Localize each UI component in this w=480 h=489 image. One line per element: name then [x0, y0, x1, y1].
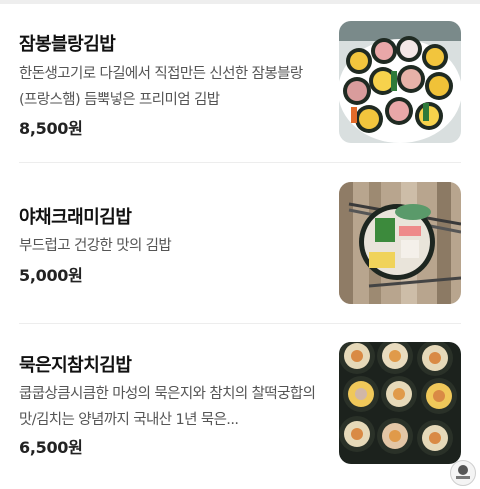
menu-item-name: 묵은지참치김밥	[19, 355, 132, 376]
menu-item-description: 쿱쿱상큼시큼한 마성의 묵은지와 참치의 찰떡궁합의 맛/김치는 양념까지 국내…	[19, 386, 316, 428]
menu-item-kimchi-tuna[interactable]: 묵은지참치김밥 쿱쿱상큼시큼한 마성의 묵은지와 참치의 찰떡궁합의 맛/김치는…	[0, 323, 480, 483]
menu-item-name: 잠봉블랑김밥	[19, 34, 116, 55]
menu-item-price: 5,000원	[19, 266, 83, 285]
kimbap-chopsticks-image	[339, 182, 461, 304]
restaurant-logo-icon	[450, 460, 476, 486]
menu-item-veggie-crab[interactable]: 야채크래미김밥 부드럽고 건강한 맛의 김밥 5,000원	[0, 163, 480, 323]
menu-item-name: 야채크래미김밥	[19, 207, 132, 228]
menu-item-price: 6,500원	[19, 438, 83, 457]
menu-item-description: 한돈생고기로 다길에서 직접만든 신선한 잠봉블랑(프랑스햄) 듬뿍넣은 프리미…	[19, 66, 303, 108]
menu-item-description: 부드럽고 건강한 맛의 김밥	[19, 238, 172, 254]
menu-item-jambong-blanc[interactable]: 잠봉블랑김밥 한돈생고기로 다길에서 직접만든 신선한 잠봉블랑(프랑스햄) 듬…	[0, 0, 480, 160]
kimbap-rows-image	[339, 342, 461, 464]
menu-item-price: 8,500원	[19, 119, 83, 138]
kimbap-platter-image	[339, 21, 461, 143]
